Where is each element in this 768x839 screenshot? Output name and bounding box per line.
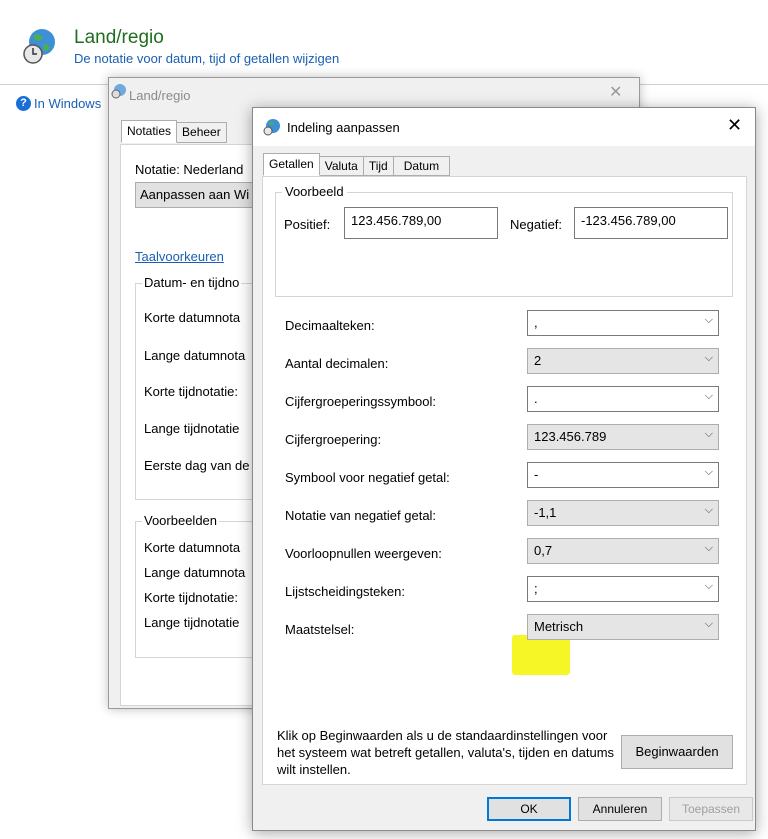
decimal-symbol-dropdown[interactable]: , ⌵ — [527, 310, 719, 336]
dropdown-value: 0,7 — [534, 543, 553, 558]
dropdown-value: , — [534, 315, 538, 330]
negative-sign-label: Symbool voor negatief getal: — [285, 470, 450, 485]
positive-preview-field: 123.456.789,00 — [344, 207, 498, 239]
chevron-down-icon: ⌵ — [704, 542, 713, 554]
chevron-down-icon: ⌵ — [704, 352, 713, 364]
negative-label: Negatief: — [510, 217, 563, 232]
chevron-down-icon: ⌵ — [704, 466, 713, 478]
customize-format-dialog: Indeling aanpassen ✕ Voorbeeld Positief:… — [252, 107, 756, 831]
dropdown-value: - — [534, 467, 539, 482]
preview-group: Voorbeeld Positief: 123.456.789,00 Negat… — [275, 184, 733, 297]
preview-legend: Voorbeeld — [282, 184, 347, 199]
example-row-4: Lange tijdnotatie — [144, 615, 240, 630]
grouping-symbol-dropdown[interactable]: . ⌵ — [527, 386, 719, 412]
tab-notaties[interactable]: Notaties — [121, 120, 178, 143]
dialog-globe-icon — [263, 118, 281, 136]
match-language-button-label: Aanpassen aan Wi — [140, 187, 250, 202]
datetime-row-5: Eerste dag van de — [144, 458, 250, 473]
datetime-row-2: Lange datumnota — [144, 348, 246, 363]
region-tabs: Notaties Beheer — [121, 120, 227, 143]
format-tabs: Getallen Valuta Tijd Datum — [263, 153, 451, 176]
cancel-button[interactable]: Annuleren — [578, 797, 662, 821]
list-separator-dropdown[interactable]: ; ⌵ — [527, 576, 719, 602]
chevron-down-icon: ⌵ — [704, 390, 713, 402]
tab-datum[interactable]: Datum — [392, 156, 451, 176]
decimal-digits-label: Aantal decimalen: — [285, 356, 389, 371]
tab-tijd[interactable]: Tijd — [362, 156, 394, 176]
notatie-label: Notatie: Nederland — [135, 162, 244, 177]
negative-format-dropdown[interactable]: -1,1 ⌵ — [527, 500, 719, 526]
example-row-1: Korte datumnota — [144, 540, 241, 555]
grouping-symbol-label: Cijfergroeperingssymbool: — [285, 394, 437, 409]
reset-note: Klik op Beginwaarden als u de standaardi… — [277, 728, 615, 777]
apply-button[interactable]: Toepassen — [669, 797, 753, 821]
close-icon[interactable]: ✕ — [609, 82, 622, 102]
example-row-3: Korte tijdnotatie: — [144, 590, 238, 605]
close-icon[interactable]: ✕ — [727, 115, 742, 136]
help-link[interactable]: ? In Windows — [16, 96, 101, 111]
datetime-group-legend: Datum- en tijdno — [142, 275, 242, 290]
list-separator-label: Lijstscheidingsteken: — [285, 584, 405, 599]
dropdown-value: ; — [534, 581, 538, 596]
measurement-system-label: Maatstelsel: — [285, 622, 355, 637]
dropdown-value: Metrisch — [534, 619, 584, 634]
dropdown-value: . — [534, 391, 538, 406]
language-preferences-link[interactable]: Taalvoorkeuren — [135, 249, 224, 264]
datetime-row-3: Korte tijdnotatie: — [144, 384, 238, 399]
example-row-2: Lange datumnota — [144, 565, 246, 580]
help-icon: ? — [16, 96, 31, 111]
highlight-mark — [512, 635, 570, 675]
chevron-down-icon: ⌵ — [704, 428, 713, 440]
digit-grouping-label: Cijfergroepering: — [285, 432, 382, 447]
decimal-digits-dropdown[interactable]: 2 ⌵ — [527, 348, 719, 374]
examples-group-legend: Voorbeelden — [142, 513, 220, 528]
tab-beheer[interactable]: Beheer — [176, 122, 227, 143]
dropdown-value: -1,1 — [534, 505, 557, 520]
getallen-panel: Voorbeeld Positief: 123.456.789,00 Negat… — [262, 176, 747, 785]
reset-button[interactable]: Beginwaarden — [621, 735, 733, 769]
decimal-symbol-label: Decimaalteken: — [285, 318, 375, 333]
dropdown-value: 123.456.789 — [534, 429, 607, 444]
negative-preview-field: -123.456.789,00 — [574, 207, 728, 239]
positive-label: Positief: — [284, 217, 331, 232]
leading-zeros-label: Voorloopnullen weergeven: — [285, 546, 442, 561]
page-title[interactable]: Land/regio — [74, 27, 164, 49]
chevron-down-icon: ⌵ — [704, 314, 713, 326]
dialog-title: Indeling aanpassen — [287, 120, 400, 135]
datetime-row-4: Lange tijdnotatie — [144, 421, 240, 436]
region-dialog-title: Land/regio — [129, 88, 191, 103]
digit-grouping-dropdown[interactable]: 123.456.789 ⌵ — [527, 424, 719, 450]
negative-format-label: Notatie van negatief getal: — [285, 508, 437, 523]
globe-clock-icon — [20, 26, 60, 66]
measurement-system-dropdown[interactable]: Metrisch ⌵ — [527, 614, 719, 640]
leading-zeros-dropdown[interactable]: 0,7 ⌵ — [527, 538, 719, 564]
ok-button[interactable]: OK — [487, 797, 571, 821]
page-subtitle-link[interactable]: De notatie voor datum, tijd of getallen … — [74, 51, 339, 66]
help-link-label: In Windows — [34, 96, 102, 111]
region-dialog-icon — [111, 83, 127, 99]
chevron-down-icon: ⌵ — [704, 580, 713, 592]
chevron-down-icon: ⌵ — [704, 504, 713, 516]
tab-getallen[interactable]: Getallen — [263, 153, 320, 176]
dropdown-value: 2 — [534, 353, 542, 368]
datetime-row-1: Korte datumnota — [144, 310, 241, 325]
tab-valuta[interactable]: Valuta — [318, 156, 364, 176]
negative-sign-dropdown[interactable]: - ⌵ — [527, 462, 719, 488]
chevron-down-icon: ⌵ — [704, 618, 713, 630]
